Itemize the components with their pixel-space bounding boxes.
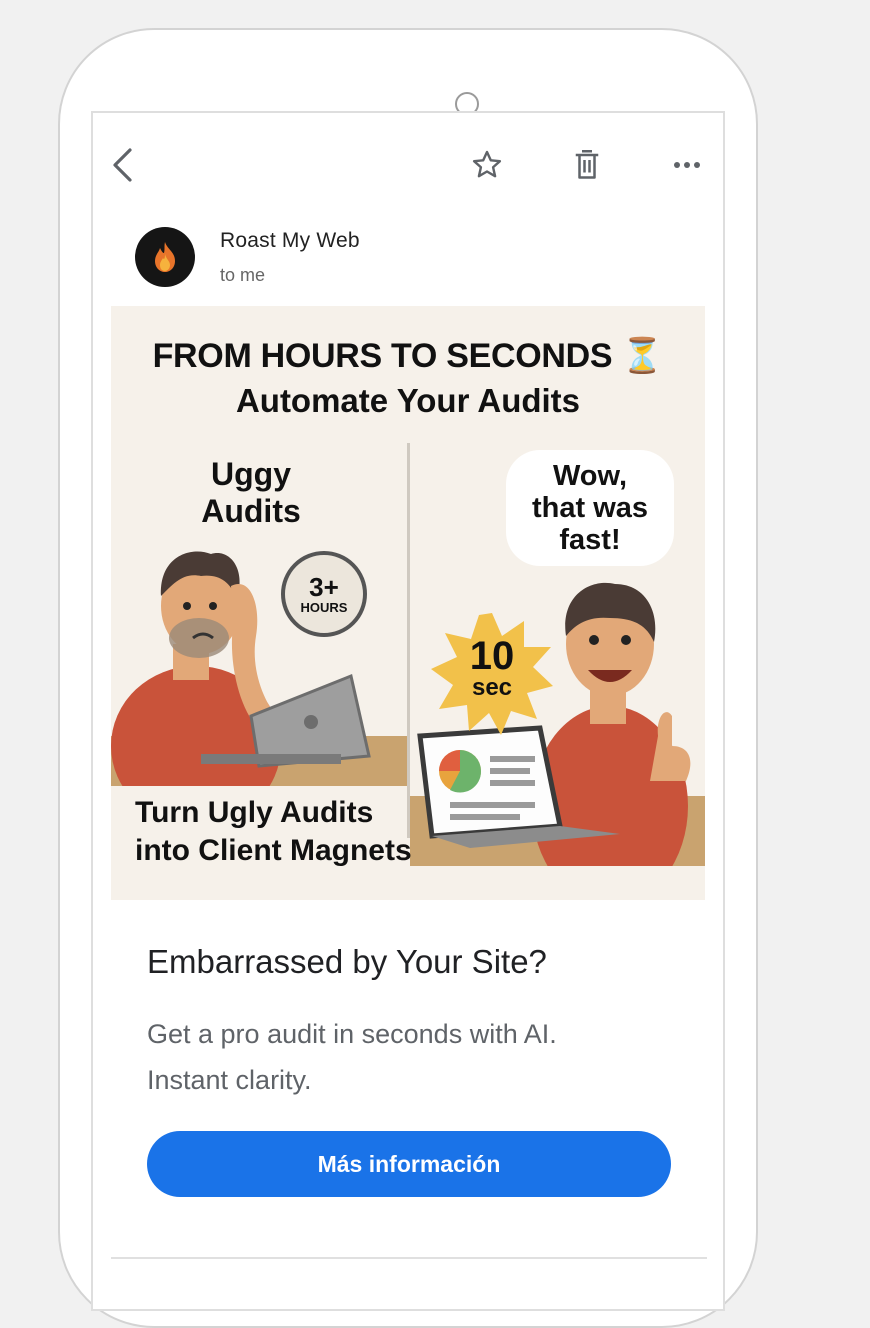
footer-divider [111,1257,707,1259]
clock-badge: 3+ HOURS [281,551,367,637]
promo-banner[interactable]: FROM HOURS TO SECONDS ⏳ Automate Your Au… [111,306,705,900]
trash-icon[interactable] [569,147,605,183]
sender-name[interactable]: Roast My Web [220,229,360,253]
banner-title: FROM HOURS TO SECONDS ⏳ [152,337,664,375]
banner-subtitle: Automate Your Audits [235,382,581,419]
banner-tagline: Turn Ugly Audits into Client Magnets [135,796,412,867]
recipient-label[interactable]: to me [220,265,265,286]
more-info-button[interactable]: Más información [147,1131,671,1197]
speech-bubble: Wow, that was fast! [506,450,674,566]
starburst-badge: 10 sec [429,611,555,737]
sender-row: Roast My Web to me [133,225,693,289]
email-screen: Roast My Web to me FROM HOURS TO SECONDS… [91,111,725,1311]
email-toolbar [93,113,723,213]
email-heading: Embarrassed by Your Site? [147,943,547,980]
uggy-audits-label: Uggy Audits [201,456,301,529]
star-icon[interactable] [469,147,505,183]
frustrated-man-illustration [111,551,407,786]
back-arrow-icon[interactable] [105,147,141,183]
more-icon[interactable] [669,147,705,183]
sender-avatar[interactable] [135,227,195,287]
flame-icon [155,242,175,272]
email-body: Get a pro audit in seconds with AI. Inst… [147,1019,557,1095]
